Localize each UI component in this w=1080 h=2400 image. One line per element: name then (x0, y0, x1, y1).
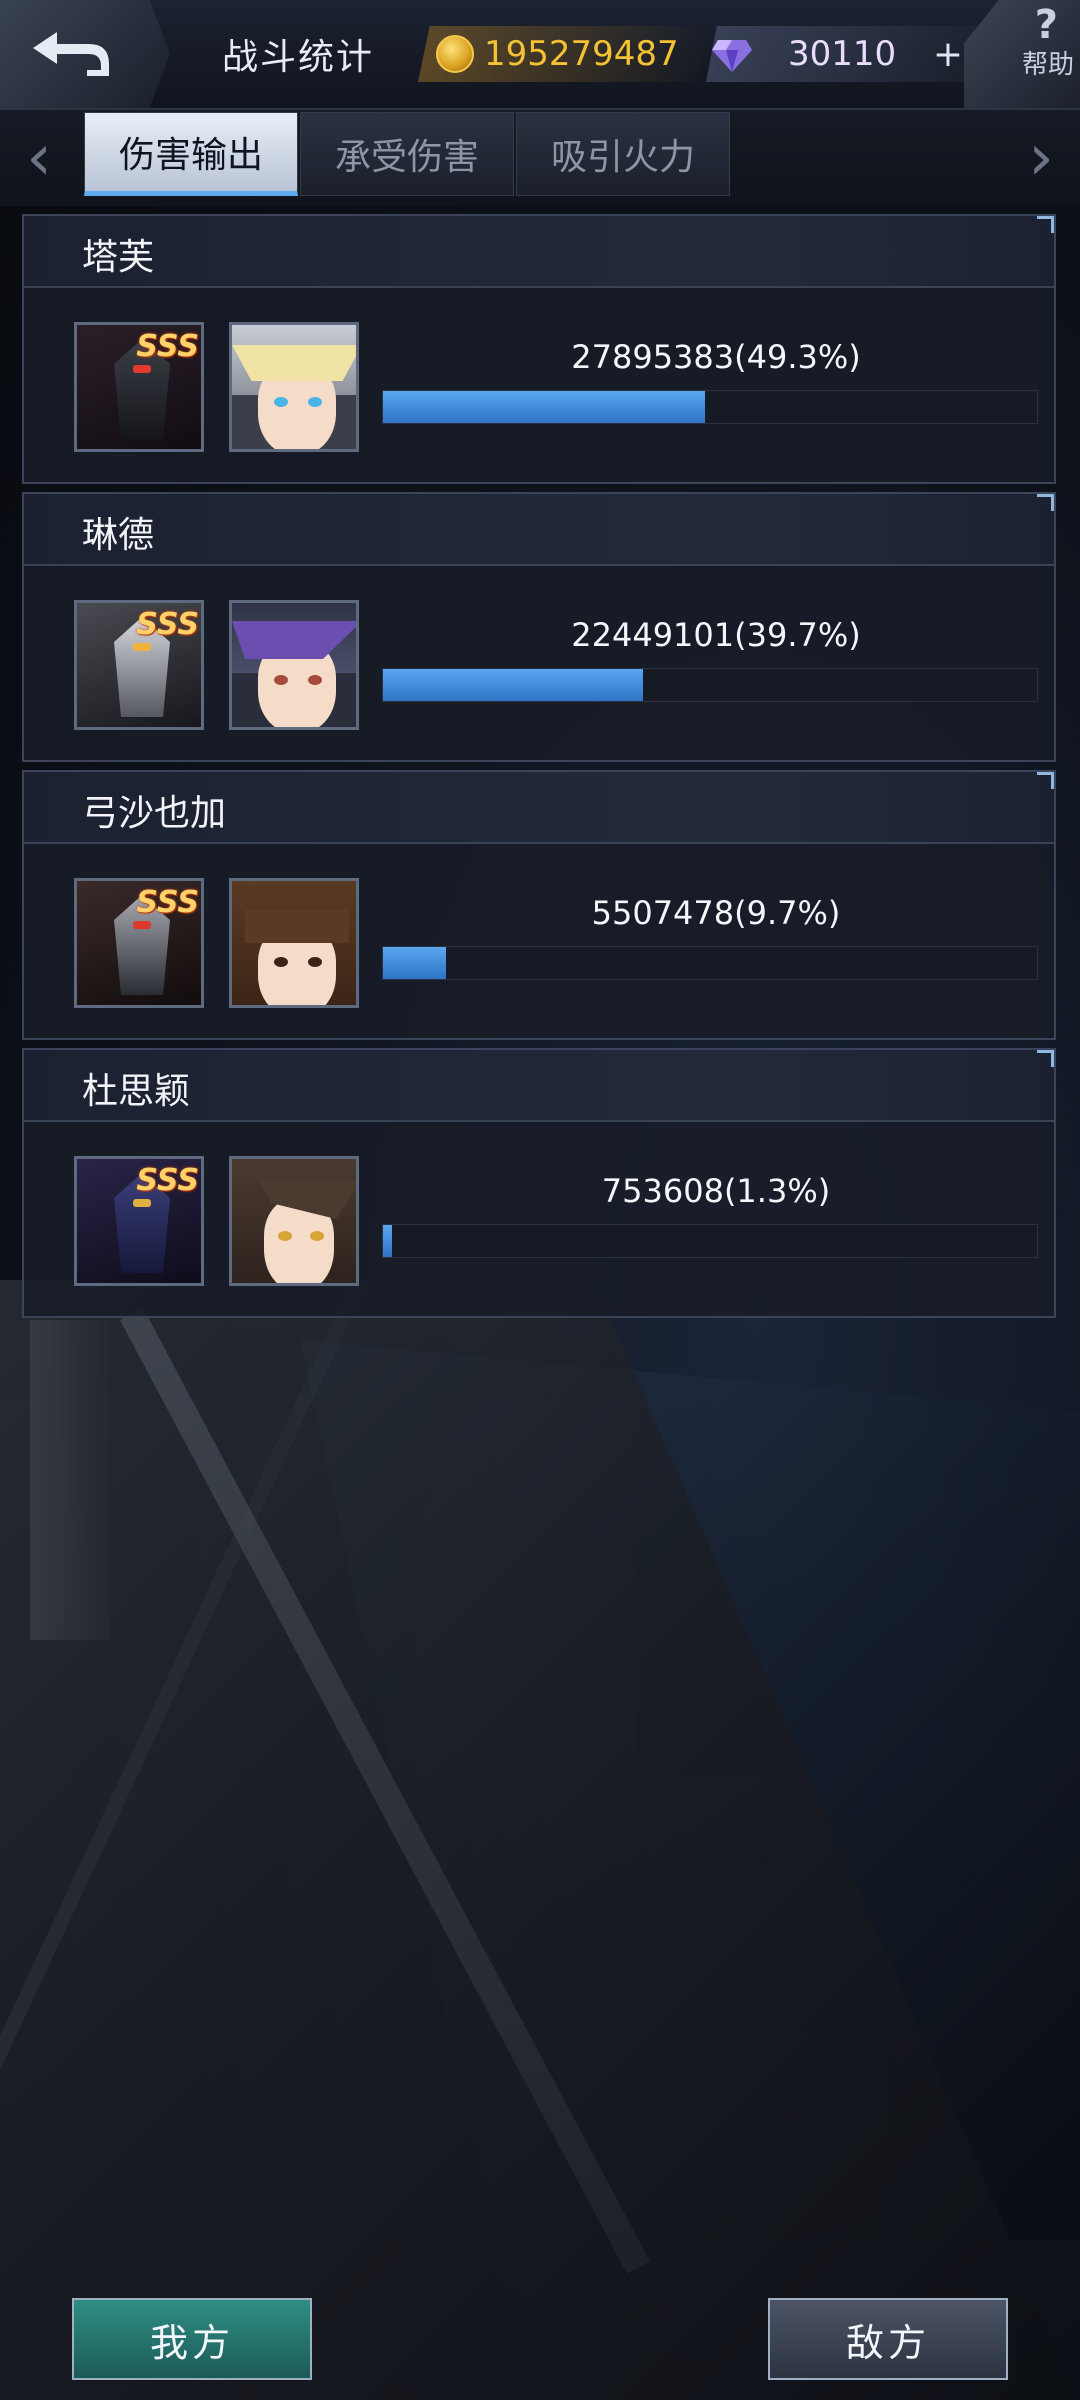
our-side-button[interactable]: 我方 (72, 2298, 312, 2380)
pilot-portrait[interactable] (229, 600, 359, 730)
corner-decoration (1037, 772, 1054, 789)
pilot-name: 琳德 (82, 515, 155, 556)
damage-bar (382, 946, 1038, 980)
back-arrow-icon (33, 32, 109, 76)
mech-portrait[interactable]: SSS (74, 1156, 204, 1286)
gold-display: 195279487 (418, 26, 708, 82)
corner-decoration (1037, 494, 1054, 511)
back-button[interactable] (0, 0, 170, 108)
corner-decoration (1037, 1050, 1054, 1067)
rank-badge: SSS (136, 885, 199, 920)
damage-value: 5507478(9.7%) (591, 894, 841, 932)
chevron-right-icon[interactable]: › (1016, 120, 1066, 196)
tab-aggro[interactable]: 吸引火力 (516, 112, 730, 196)
pilot-portrait[interactable] (229, 878, 359, 1008)
help-icon: ? (1034, 2, 1058, 48)
corner-decoration (1037, 216, 1054, 233)
add-gems-button[interactable]: + (928, 34, 968, 75)
stat-row: 弓沙也加 SSS 5507478(9.7%) (22, 770, 1056, 1040)
top-bar: 战斗统计 195279487 30110 + ? 帮助 (0, 0, 1080, 110)
damage-value: 22449101(39.7%) (571, 616, 861, 654)
damage-bar-fill (383, 669, 643, 701)
damage-bar-fill (383, 947, 447, 979)
mech-portrait[interactable]: SSS (74, 322, 204, 452)
rank-badge: SSS (136, 607, 199, 642)
pilot-portrait[interactable] (229, 1156, 359, 1286)
mech-portrait[interactable]: SSS (74, 878, 204, 1008)
stat-row: 琳德 SSS 22449101(39.7%) (22, 492, 1056, 762)
damage-value: 27895383(49.3%) (571, 338, 861, 376)
enemy-side-button[interactable]: 敌方 (768, 2298, 1008, 2380)
mech-portrait[interactable]: SSS (74, 600, 204, 730)
diamond-icon (712, 40, 752, 72)
pilot-portrait[interactable] (229, 322, 359, 452)
tab-damage-taken[interactable]: 承受伤害 (300, 112, 514, 196)
damage-bar (382, 1224, 1038, 1258)
rank-badge: SSS (136, 1163, 199, 1198)
row-header: 塔芙 (24, 216, 1054, 288)
row-header: 弓沙也加 (24, 772, 1054, 844)
rank-badge: SSS (136, 329, 199, 364)
gem-amount: 30110 (788, 34, 897, 74)
pilot-name: 弓沙也加 (82, 793, 227, 834)
damage-bar-fill (383, 1225, 392, 1257)
gold-amount: 195279487 (484, 34, 679, 74)
stat-row: 塔芙 SSS 27895383(49.3%) (22, 214, 1056, 484)
damage-bar-fill (383, 391, 706, 423)
tab-bar: ‹ 伤害输出 承受伤害 吸引火力 › (0, 110, 1080, 206)
screen-title: 战斗统计 (222, 37, 375, 78)
row-header: 杜思颖 (24, 1050, 1054, 1122)
pilot-name: 塔芙 (82, 237, 155, 278)
stat-row: 杜思颖 SSS 753608(1.3%) (22, 1048, 1056, 1318)
damage-bar (382, 668, 1038, 702)
chevron-left-icon[interactable]: ‹ (14, 120, 64, 196)
row-header: 琳德 (24, 494, 1054, 566)
help-label: 帮助 (1021, 50, 1074, 80)
background-block (30, 1320, 110, 1640)
damage-bar (382, 390, 1038, 424)
gold-coin-icon (436, 35, 474, 73)
damage-value: 753608(1.3%) (601, 1172, 831, 1210)
help-button[interactable]: ? 帮助 (964, 0, 1080, 108)
gem-display: 30110 + (706, 26, 976, 82)
pilot-name: 杜思颖 (82, 1071, 191, 1112)
tab-damage-output[interactable]: 伤害输出 (84, 112, 298, 196)
